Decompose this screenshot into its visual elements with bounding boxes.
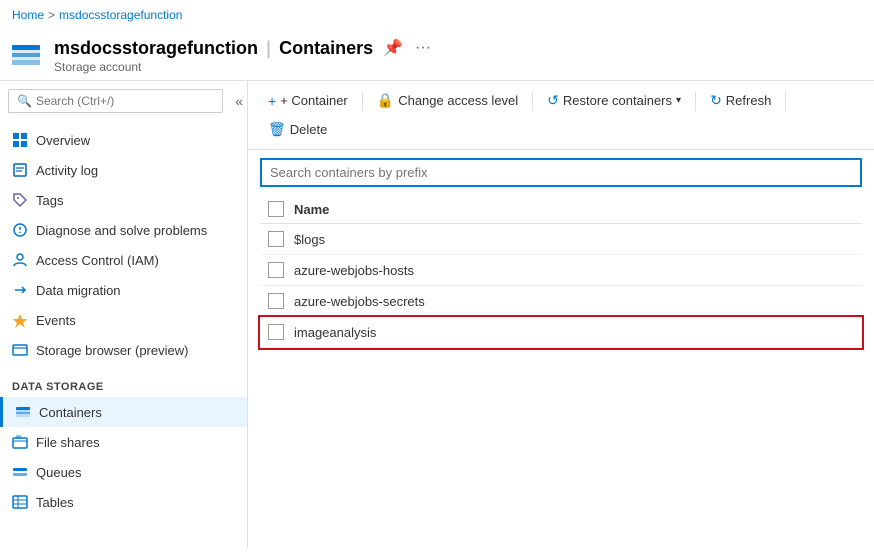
sidebar-item-data-migration-label: Data migration bbox=[36, 283, 121, 298]
title-separator: | bbox=[266, 38, 271, 59]
delete-icon: 🗑 bbox=[268, 121, 286, 138]
breadcrumb: Home > msdocsstoragefunction bbox=[0, 0, 874, 30]
sidebar-item-access-control[interactable]: Access Control (IAM) bbox=[0, 245, 247, 275]
table-area: Name $logs azure-webjobs-hosts azure-web… bbox=[248, 150, 874, 548]
activity-log-icon bbox=[12, 162, 28, 178]
toolbar: + + Container 🔒 Change access level ↺ Re… bbox=[248, 81, 874, 150]
access-control-icon bbox=[12, 252, 28, 268]
sidebar-item-containers-label: Containers bbox=[39, 405, 102, 420]
sidebar-item-queues[interactable]: Queues bbox=[0, 457, 247, 487]
table-row[interactable]: $logs bbox=[260, 224, 862, 255]
delete-button[interactable]: 🗑 Delete bbox=[260, 116, 335, 143]
sidebar-item-storage-browser-label: Storage browser (preview) bbox=[36, 343, 188, 358]
sidebar-item-queues-label: Queues bbox=[36, 465, 82, 480]
sidebar-item-tags-label: Tags bbox=[36, 193, 63, 208]
content-area: + + Container 🔒 Change access level ↺ Re… bbox=[248, 81, 874, 548]
row-name-webjobs-hosts: azure-webjobs-hosts bbox=[294, 263, 854, 278]
sidebar-item-diagnose[interactable]: Diagnose and solve problems bbox=[0, 215, 247, 245]
data-storage-label: Data storage bbox=[0, 373, 247, 397]
row-name-logs: $logs bbox=[294, 232, 854, 247]
sidebar-item-overview[interactable]: Overview bbox=[0, 125, 247, 155]
table-row[interactable]: azure-webjobs-hosts bbox=[260, 255, 862, 286]
sidebar-item-access-control-label: Access Control (IAM) bbox=[36, 253, 159, 268]
sidebar-item-events[interactable]: Events bbox=[0, 305, 247, 335]
sidebar-item-tags[interactable]: Tags bbox=[0, 185, 247, 215]
sidebar-item-tables-label: Tables bbox=[36, 495, 74, 510]
sidebar-item-overview-label: Overview bbox=[36, 133, 90, 148]
refresh-button[interactable]: ↻ Refresh bbox=[702, 87, 779, 114]
containers-icon bbox=[15, 404, 31, 420]
sidebar-item-tables[interactable]: Tables bbox=[0, 487, 247, 517]
resource-name: msdocsstoragefunction bbox=[54, 38, 258, 59]
resource-subtitle: Storage account bbox=[54, 60, 433, 74]
search-input[interactable] bbox=[36, 94, 214, 108]
data-migration-icon bbox=[12, 282, 28, 298]
collapse-button[interactable]: « bbox=[231, 91, 247, 111]
toolbar-divider-2 bbox=[532, 91, 533, 111]
restore-chevron-icon: ▾ bbox=[676, 95, 681, 106]
diagnose-icon bbox=[12, 222, 28, 238]
sidebar-item-containers[interactable]: Containers bbox=[0, 397, 247, 427]
overview-icon bbox=[12, 132, 28, 148]
row-checkbox-imageanalysis[interactable] bbox=[268, 324, 284, 340]
refresh-label: Refresh bbox=[726, 93, 772, 108]
file-shares-icon bbox=[12, 434, 28, 450]
resource-icon bbox=[8, 37, 44, 73]
sidebar-item-storage-browser[interactable]: Storage browser (preview) bbox=[0, 335, 247, 365]
pin-button[interactable]: 📌 bbox=[381, 36, 405, 60]
tables-icon bbox=[12, 494, 28, 510]
table-header: Name bbox=[260, 195, 862, 224]
main-layout: 🔍 « Overview Activity log bbox=[0, 81, 874, 548]
search-box[interactable]: 🔍 bbox=[8, 89, 223, 113]
row-name-webjobs-secrets: azure-webjobs-secrets bbox=[294, 294, 854, 309]
change-access-button[interactable]: 🔒 Change access level bbox=[369, 87, 526, 114]
add-container-button[interactable]: + + Container bbox=[260, 88, 356, 114]
sidebar-item-data-migration[interactable]: Data migration bbox=[0, 275, 247, 305]
restore-containers-button[interactable]: ↺ Restore containers ▾ bbox=[539, 87, 689, 114]
delete-label: Delete bbox=[290, 122, 328, 137]
events-icon bbox=[12, 312, 28, 328]
change-access-label: Change access level bbox=[398, 93, 518, 108]
tags-icon bbox=[12, 192, 28, 208]
sidebar-item-activity-log[interactable]: Activity log bbox=[0, 155, 247, 185]
sidebar-item-activity-log-label: Activity log bbox=[36, 163, 98, 178]
container-search-input[interactable] bbox=[260, 158, 862, 187]
section-name: Containers bbox=[279, 38, 373, 59]
restore-containers-label: Restore containers bbox=[563, 93, 672, 108]
search-icon: 🔍 bbox=[17, 94, 32, 108]
storage-browser-icon bbox=[12, 342, 28, 358]
refresh-icon: ↻ bbox=[710, 92, 722, 109]
sidebar-item-diagnose-label: Diagnose and solve problems bbox=[36, 223, 207, 238]
row-checkbox-webjobs-secrets[interactable] bbox=[268, 293, 284, 309]
toolbar-divider-1 bbox=[362, 91, 363, 111]
resource-header: msdocsstoragefunction | Containers 📌 ···… bbox=[0, 30, 874, 81]
queues-icon bbox=[12, 464, 28, 480]
row-checkbox-logs[interactable] bbox=[268, 231, 284, 247]
nav-section-data-storage: Data storage Containers File shares Queu… bbox=[0, 369, 247, 521]
table-row[interactable]: imageanalysis bbox=[260, 317, 862, 348]
sidebar-item-file-shares-label: File shares bbox=[36, 435, 100, 450]
row-name-imageanalysis: imageanalysis bbox=[294, 325, 854, 340]
col-name-header: Name bbox=[294, 202, 854, 217]
row-checkbox-webjobs-hosts[interactable] bbox=[268, 262, 284, 278]
nav-section-main: Overview Activity log Tags Diagnose and … bbox=[0, 121, 247, 369]
restore-icon: ↺ bbox=[547, 92, 559, 109]
breadcrumb-separator: > bbox=[48, 8, 55, 22]
breadcrumb-home[interactable]: Home bbox=[12, 8, 44, 22]
resource-title: msdocsstoragefunction | Containers 📌 ···… bbox=[54, 36, 433, 74]
search-container bbox=[260, 158, 862, 187]
sidebar-item-events-label: Events bbox=[36, 313, 76, 328]
breadcrumb-resource[interactable]: msdocsstoragefunction bbox=[59, 8, 182, 22]
more-button[interactable]: ··· bbox=[413, 37, 433, 59]
add-container-label: + Container bbox=[280, 93, 348, 108]
toolbar-divider-4 bbox=[785, 91, 786, 111]
lock-icon: 🔒 bbox=[377, 92, 394, 109]
toolbar-divider-3 bbox=[695, 91, 696, 111]
table-row[interactable]: azure-webjobs-secrets bbox=[260, 286, 862, 317]
sidebar: 🔍 « Overview Activity log bbox=[0, 81, 248, 548]
add-icon: + bbox=[268, 93, 276, 109]
header-checkbox[interactable] bbox=[268, 201, 284, 217]
sidebar-item-file-shares[interactable]: File shares bbox=[0, 427, 247, 457]
